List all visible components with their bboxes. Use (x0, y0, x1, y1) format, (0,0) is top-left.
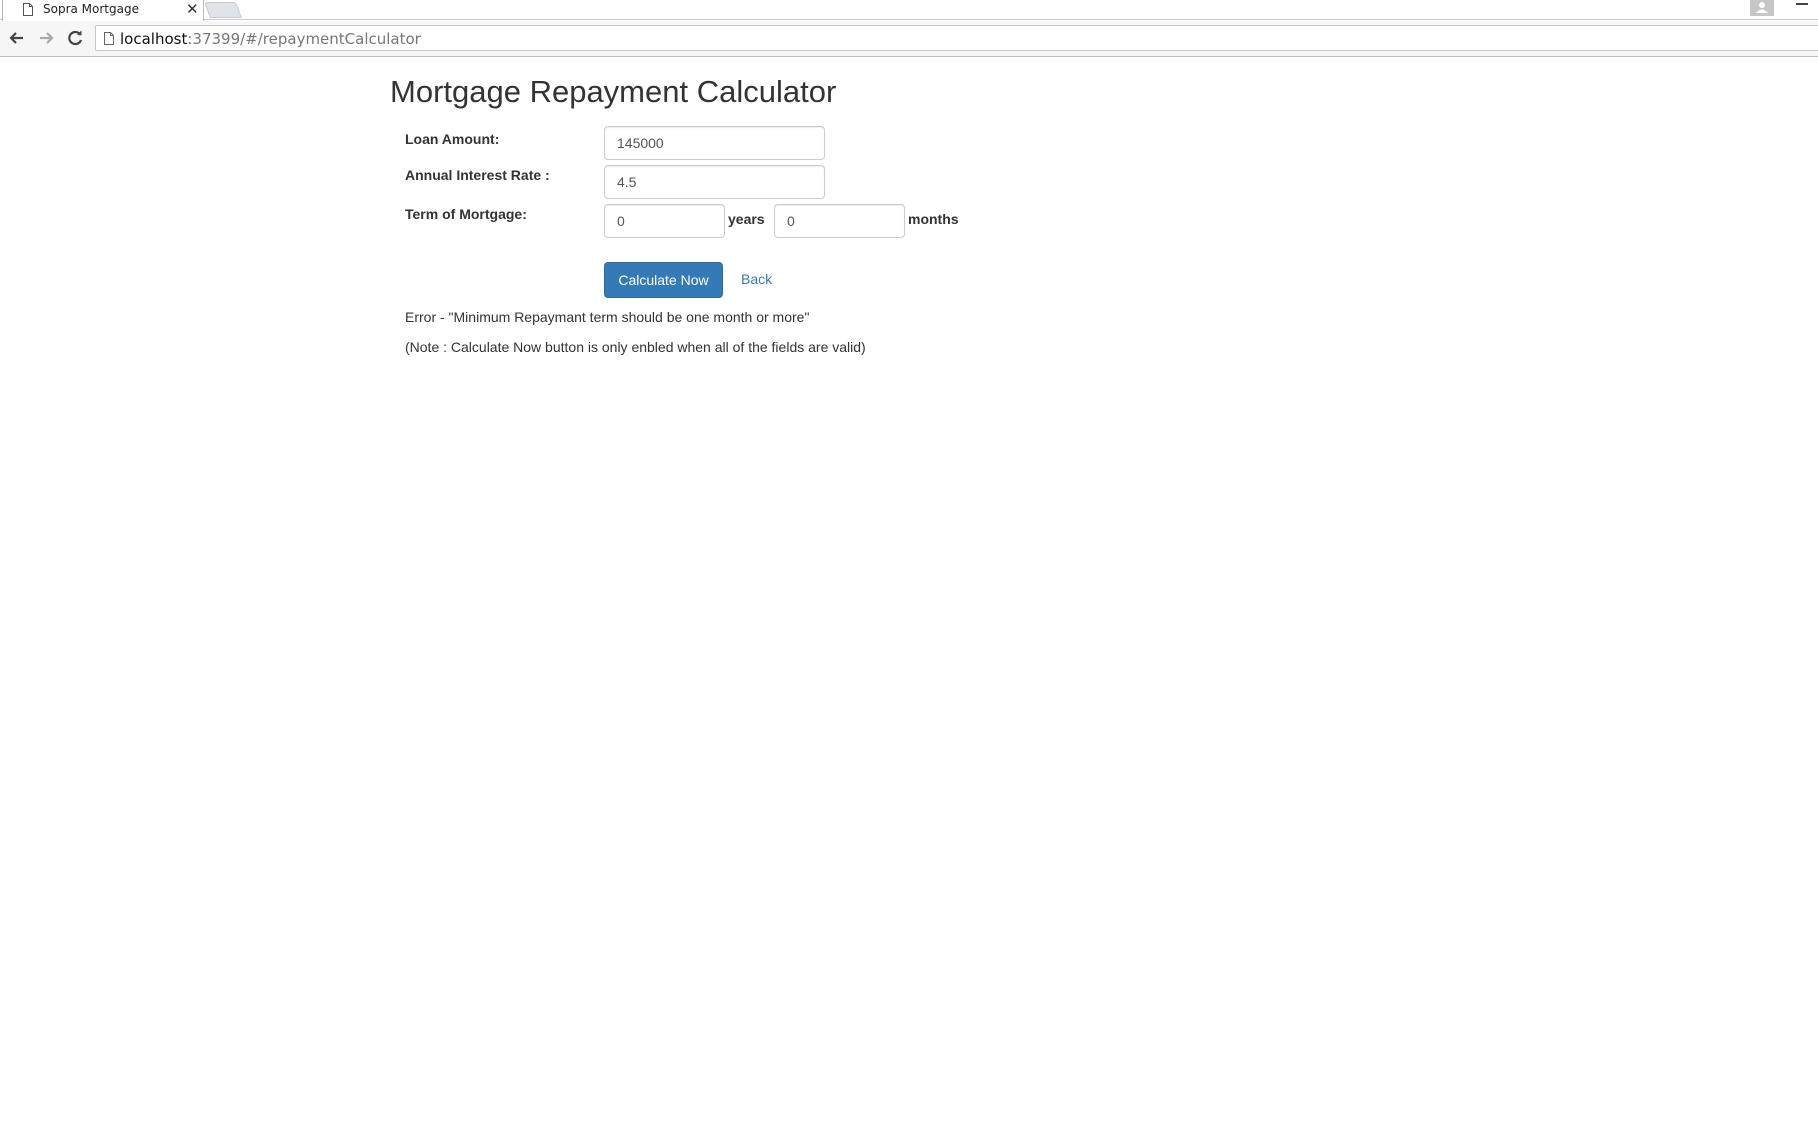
close-icon[interactable]: ✕ (186, 0, 199, 18)
error-message: Error - "Minimum Repaymant term should b… (405, 309, 810, 325)
browser-toolbar: localhost:37399/#/repaymentCalculator (0, 21, 1818, 57)
back-link[interactable]: Back (741, 271, 772, 287)
tab-title: Sopra Mortgage (43, 2, 139, 16)
forward-arrow-icon[interactable] (35, 27, 57, 49)
url-text: localhost:37399/#/repaymentCalculator (120, 30, 421, 48)
new-tab-icon[interactable] (204, 2, 242, 18)
page-icon (23, 3, 33, 16)
page-icon (104, 32, 114, 45)
browser-tabstrip: Sopra Mortgage ✕ (0, 0, 1818, 21)
loan-amount-input[interactable] (604, 126, 825, 160)
minimize-icon[interactable] (1796, 3, 1808, 5)
url-path: :37399/#/repaymentCalculator (187, 30, 421, 48)
years-unit-label: years (728, 211, 765, 227)
address-bar[interactable]: localhost:37399/#/repaymentCalculator (95, 25, 1818, 51)
term-months-input[interactable] (774, 204, 905, 238)
browser-tab[interactable]: Sopra Mortgage ✕ (2, 0, 204, 21)
url-host: localhost (120, 30, 188, 48)
reload-icon[interactable] (64, 27, 86, 49)
page-title: Mortgage Repayment Calculator (390, 74, 837, 109)
term-label: Term of Mortgage: (405, 206, 527, 222)
interest-rate-input[interactable] (604, 165, 825, 199)
profile-icon[interactable] (1750, 0, 1774, 16)
term-years-input[interactable] (604, 204, 725, 238)
back-arrow-icon[interactable] (6, 27, 28, 49)
note-message: (Note : Calculate Now button is only enb… (405, 339, 866, 355)
interest-rate-label: Annual Interest Rate : (405, 167, 550, 183)
months-unit-label: months (908, 211, 959, 227)
loan-amount-label: Loan Amount: (405, 131, 500, 147)
calculate-now-button[interactable]: Calculate Now (604, 262, 723, 298)
